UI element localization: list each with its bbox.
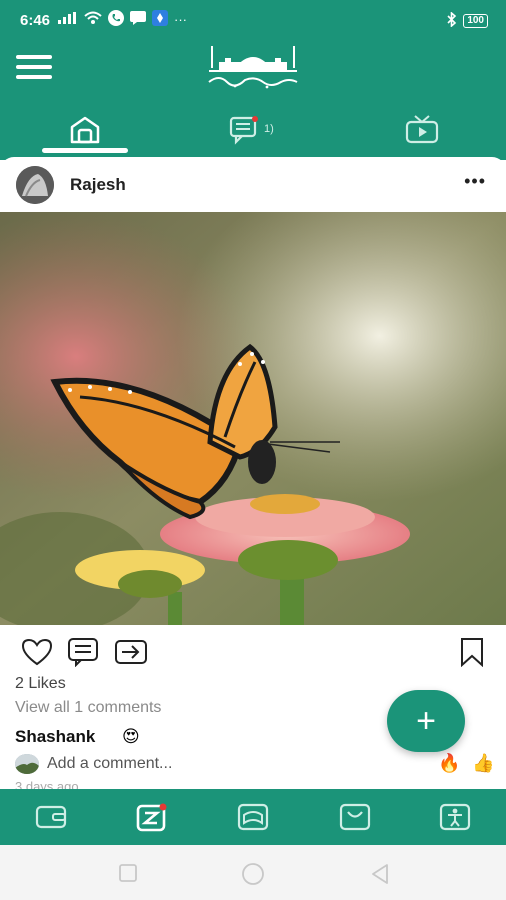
top-tabs: 1) bbox=[0, 110, 506, 160]
home-button-icon[interactable] bbox=[241, 863, 265, 890]
create-post-button[interactable]: + bbox=[387, 690, 465, 752]
post-header: Rajesh ••• bbox=[0, 157, 506, 211]
battery-icon: 100 bbox=[463, 14, 488, 28]
fire-reaction-icon[interactable]: 🔥 bbox=[438, 753, 460, 774]
app-header: 1) bbox=[0, 40, 506, 160]
tab-chat[interactable] bbox=[222, 112, 266, 152]
back-icon[interactable] bbox=[370, 863, 390, 890]
recents-icon[interactable] bbox=[118, 863, 138, 888]
bookmark-icon[interactable] bbox=[458, 637, 486, 668]
chat-icon bbox=[228, 115, 260, 150]
mosque-logo bbox=[205, 42, 301, 94]
tab-home[interactable] bbox=[63, 112, 107, 152]
bluetooth-icon bbox=[447, 11, 457, 30]
comment-icon[interactable] bbox=[67, 637, 101, 668]
active-tab-indicator bbox=[42, 148, 128, 153]
view-comments-link[interactable]: View all 1 comments bbox=[15, 699, 161, 717]
post-image[interactable] bbox=[0, 212, 506, 632]
wallet-icon[interactable] bbox=[34, 801, 68, 833]
z-app-icon[interactable] bbox=[135, 801, 169, 833]
tv-icon bbox=[405, 114, 439, 150]
wifi-icon bbox=[84, 11, 102, 29]
signal-icon bbox=[58, 12, 78, 28]
hamburger-menu-icon[interactable] bbox=[16, 55, 52, 81]
comment-user[interactable]: Shashank bbox=[15, 727, 95, 747]
add-comment-row[interactable]: Add a comment... bbox=[15, 752, 172, 776]
bottom-nav bbox=[0, 789, 506, 845]
avatar[interactable] bbox=[16, 166, 54, 204]
status-icons: ··· bbox=[58, 10, 187, 30]
thumbs-up-reaction-icon[interactable]: 👍 bbox=[472, 753, 494, 774]
book-icon[interactable] bbox=[236, 801, 270, 833]
accessibility-icon[interactable] bbox=[438, 801, 472, 833]
status-bar: 6:46 ··· 100 bbox=[0, 0, 506, 40]
likes-count[interactable]: 2 Likes bbox=[15, 675, 66, 693]
post-time: 3 days ago bbox=[15, 779, 79, 789]
status-time: 6:46 bbox=[20, 12, 51, 29]
add-comment-input[interactable]: Add a comment... bbox=[47, 755, 172, 773]
chat-badge-count: 1) bbox=[264, 123, 274, 135]
share-icon[interactable] bbox=[114, 637, 148, 667]
vpn-icon bbox=[152, 10, 168, 30]
avatar bbox=[15, 754, 39, 774]
like-icon[interactable] bbox=[20, 637, 54, 667]
tab-tv[interactable] bbox=[400, 112, 444, 152]
post-author[interactable]: Rajesh bbox=[70, 175, 126, 195]
post-actions bbox=[0, 633, 506, 669]
more-options-icon[interactable]: ••• bbox=[464, 171, 486, 192]
comment-text: 😍 bbox=[122, 727, 140, 746]
shop-icon[interactable] bbox=[338, 801, 372, 833]
more-icon: ··· bbox=[174, 12, 187, 27]
phone-icon bbox=[108, 10, 124, 30]
home-icon bbox=[69, 115, 101, 150]
message-icon bbox=[130, 11, 146, 29]
system-nav-bar bbox=[0, 845, 506, 900]
